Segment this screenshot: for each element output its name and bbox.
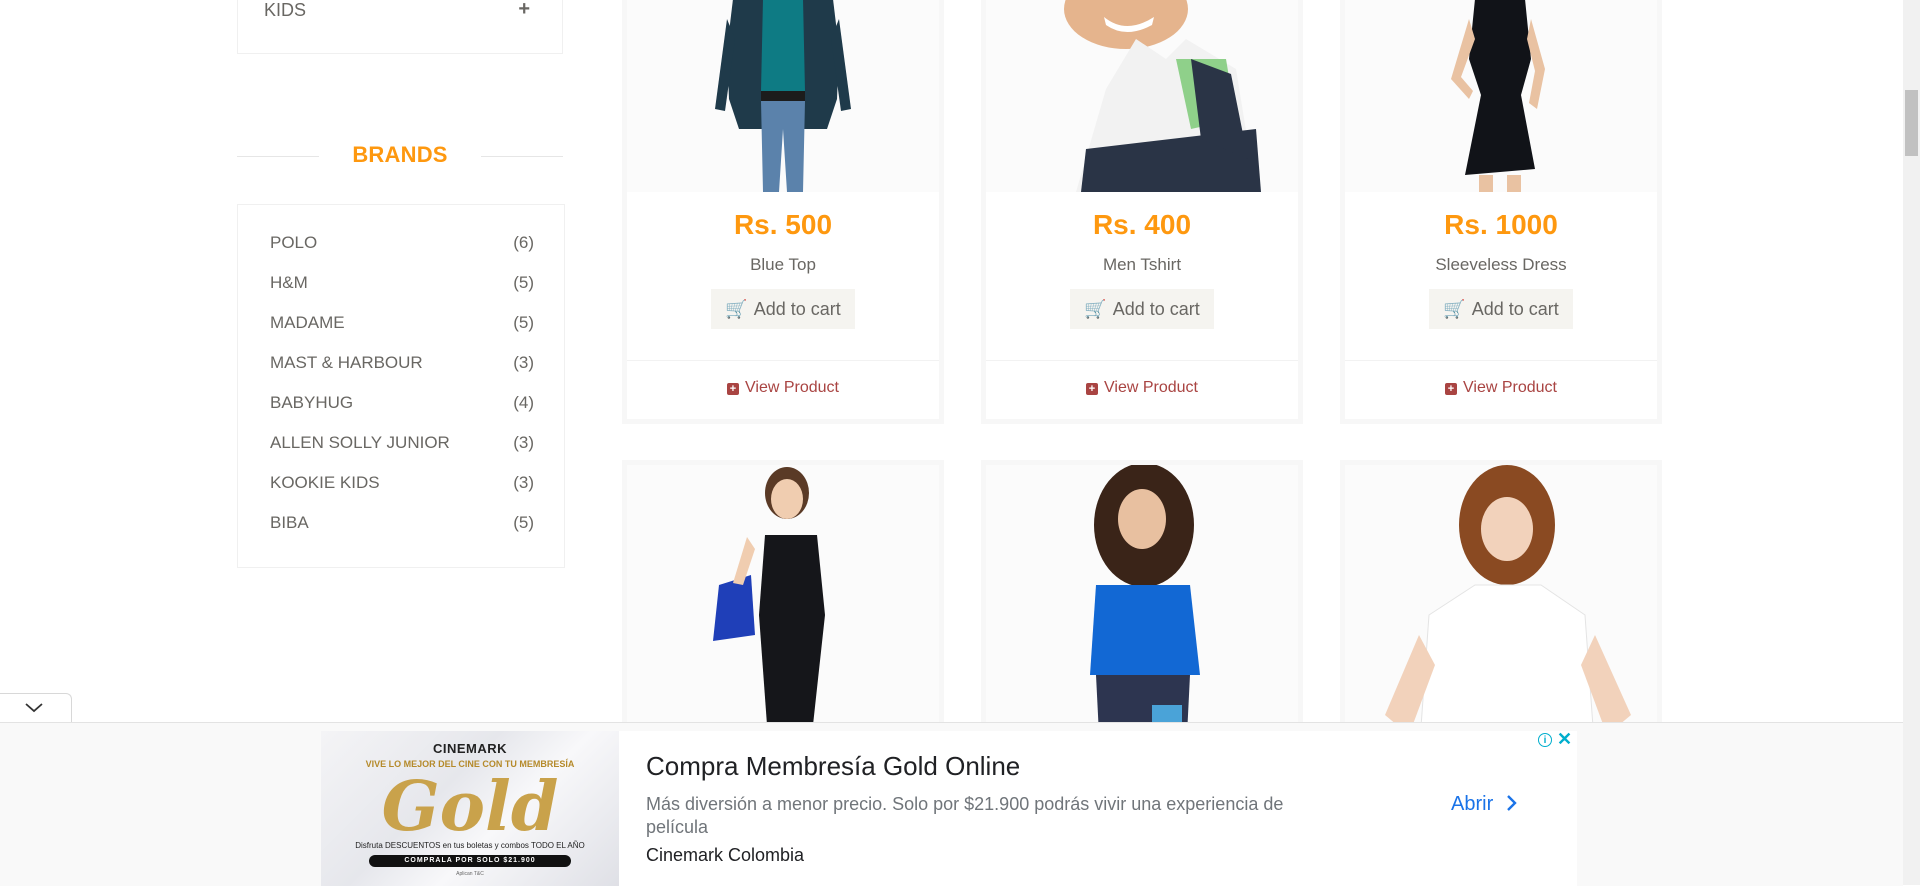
brand-item-hm[interactable]: H&M (5) bbox=[270, 273, 534, 297]
scrollbar-thumb[interactable] bbox=[1905, 90, 1918, 156]
product-card-black-dress bbox=[622, 460, 944, 760]
chevron-right-icon bbox=[1506, 795, 1517, 811]
ad-close-icon[interactable]: ✕ bbox=[1557, 729, 1572, 750]
brand-name: BABYHUG bbox=[270, 393, 354, 412]
product-image[interactable] bbox=[627, 465, 939, 755]
view-product-link[interactable]: + View Product bbox=[1345, 379, 1657, 397]
shopping-cart-icon: 🛒 bbox=[725, 298, 748, 319]
card-divider bbox=[627, 360, 939, 361]
heading-divider-right bbox=[481, 156, 563, 157]
brand-name: H&M bbox=[270, 273, 308, 292]
brand-item-biba[interactable]: BIBA (5) bbox=[270, 513, 534, 537]
product-card-blue-top: Rs. 500 Blue Top 🛒 Add to cart + View Pro… bbox=[622, 0, 944, 424]
chevron-down-icon bbox=[25, 703, 43, 713]
add-to-cart-label: Add to cart bbox=[1112, 298, 1200, 319]
brand-count: (3) bbox=[513, 353, 534, 372]
plus-square-icon: + bbox=[727, 383, 739, 395]
product-price: Rs. 1000 bbox=[1444, 209, 1558, 240]
product-card-sleeveless-dress: Rs. 1000 Sleeveless Dress 🛒 Add to cart … bbox=[1340, 0, 1662, 424]
brand-count: (4) bbox=[513, 393, 534, 412]
add-to-cart-button[interactable]: 🛒 Add to cart bbox=[1070, 289, 1214, 329]
product-image[interactable] bbox=[1345, 465, 1657, 755]
shopping-cart-icon: 🛒 bbox=[1443, 298, 1466, 319]
brand-item-mast-harbour[interactable]: MAST & HARBOUR (3) bbox=[270, 353, 534, 377]
brand-name: ALLEN SOLLY JUNIOR bbox=[270, 433, 450, 452]
product-name: Blue Top bbox=[750, 255, 816, 274]
ad-image-discount: Disfruta DESCUENTOS en tus boletas y com… bbox=[355, 841, 585, 850]
category-kids-link[interactable]: KIDS bbox=[264, 0, 306, 21]
brand-item-babyhug[interactable]: BABYHUG (4) bbox=[270, 393, 534, 417]
ad-content[interactable]: CINEMARK VIVE LO MEJOR DEL CINE CON TU M… bbox=[321, 729, 1577, 886]
brand-count: (6) bbox=[513, 233, 534, 252]
brand-name: MAST & HARBOUR bbox=[270, 353, 423, 372]
product-price: Rs. 500 bbox=[733, 209, 833, 240]
brand-item-kookie-kids[interactable]: KOOKIE KIDS (3) bbox=[270, 473, 534, 497]
product-image[interactable] bbox=[986, 0, 1298, 192]
product-image[interactable] bbox=[627, 0, 939, 192]
view-product-link[interactable]: + View Product bbox=[627, 379, 939, 397]
product-name: Men Tshirt bbox=[1102, 255, 1182, 274]
add-to-cart-button[interactable]: 🛒 Add to cart bbox=[711, 289, 855, 329]
add-to-cart-button[interactable]: 🛒 Add to cart bbox=[1429, 289, 1573, 329]
brand-count: (5) bbox=[513, 273, 534, 292]
card-divider bbox=[986, 360, 1298, 361]
product-name: Sleeveless Dress bbox=[1435, 255, 1567, 274]
ad-image[interactable]: CINEMARK VIVE LO MEJOR DEL CINE CON TU M… bbox=[321, 731, 619, 886]
brands-title: BRANDS bbox=[352, 142, 448, 167]
brand-item-madame[interactable]: MADAME (5) bbox=[270, 313, 534, 337]
brand-name: MADAME bbox=[270, 313, 345, 332]
product-image[interactable] bbox=[986, 465, 1298, 755]
ad-image-gold: Gold bbox=[381, 767, 559, 847]
plus-square-icon: + bbox=[1445, 383, 1457, 395]
ad-title[interactable]: Compra Membresía Gold Online bbox=[646, 751, 1020, 782]
plus-square-icon: + bbox=[1086, 383, 1098, 395]
category-panel-kids: KIDS + bbox=[237, 0, 563, 54]
product-card-men-tshirt: Rs. 400 Men Tshirt 🛒 Add to cart + View P… bbox=[981, 0, 1303, 424]
brand-name: BIBA bbox=[270, 513, 309, 532]
ad-image-fine-print: Aplican T&C bbox=[456, 871, 484, 877]
add-to-cart-label: Add to cart bbox=[753, 298, 841, 319]
brands-list: POLO (6) H&M (5) MADAME (5) MAST & HARBO… bbox=[237, 204, 565, 568]
ad-info-icon[interactable]: i bbox=[1538, 733, 1552, 747]
ad-image-buy: COMPRALA POR SOLO $21.900 bbox=[369, 855, 571, 867]
view-product-label: View Product bbox=[1104, 379, 1198, 396]
brand-name: POLO bbox=[270, 233, 318, 252]
product-image[interactable] bbox=[1345, 0, 1657, 192]
card-divider bbox=[1345, 360, 1657, 361]
expand-kids-icon[interactable]: + bbox=[518, 0, 530, 21]
brand-item-polo[interactable]: POLO (6) bbox=[270, 233, 534, 257]
product-price: Rs. 400 bbox=[1092, 209, 1192, 240]
product-card-blue-sweater bbox=[981, 460, 1303, 760]
brand-count: (3) bbox=[513, 473, 534, 492]
brand-item-allen-solly-junior[interactable]: ALLEN SOLLY JUNIOR (3) bbox=[270, 433, 534, 457]
view-product-label: View Product bbox=[1463, 379, 1557, 396]
view-product-link[interactable]: + View Product bbox=[986, 379, 1298, 397]
product-card-white-tshirt bbox=[1340, 460, 1662, 760]
page-scrollbar[interactable] bbox=[1903, 0, 1920, 885]
brand-name: KOOKIE KIDS bbox=[270, 473, 380, 492]
shopping-cart-icon: 🛒 bbox=[1084, 298, 1107, 319]
add-to-cart-label: Add to cart bbox=[1471, 298, 1559, 319]
ad-advertiser: Cinemark Colombia bbox=[646, 845, 805, 865]
ad-image-brand: CINEMARK bbox=[432, 741, 508, 756]
ad-description: Más diversión a menor precio. Solo por $… bbox=[646, 794, 1284, 837]
ad-collapse-button[interactable] bbox=[0, 693, 72, 723]
ad-open-label: Abrir bbox=[1451, 793, 1494, 815]
brand-count: (5) bbox=[513, 513, 534, 532]
brands-heading: BRANDS bbox=[237, 140, 563, 170]
ad-banner: CINEMARK VIVE LO MEJOR DEL CINE CON TU M… bbox=[0, 722, 1903, 886]
brand-count: (5) bbox=[513, 313, 534, 332]
view-product-label: View Product bbox=[745, 379, 839, 396]
ad-open-button[interactable]: Abrir bbox=[1451, 793, 1519, 816]
brand-count: (3) bbox=[513, 433, 534, 452]
